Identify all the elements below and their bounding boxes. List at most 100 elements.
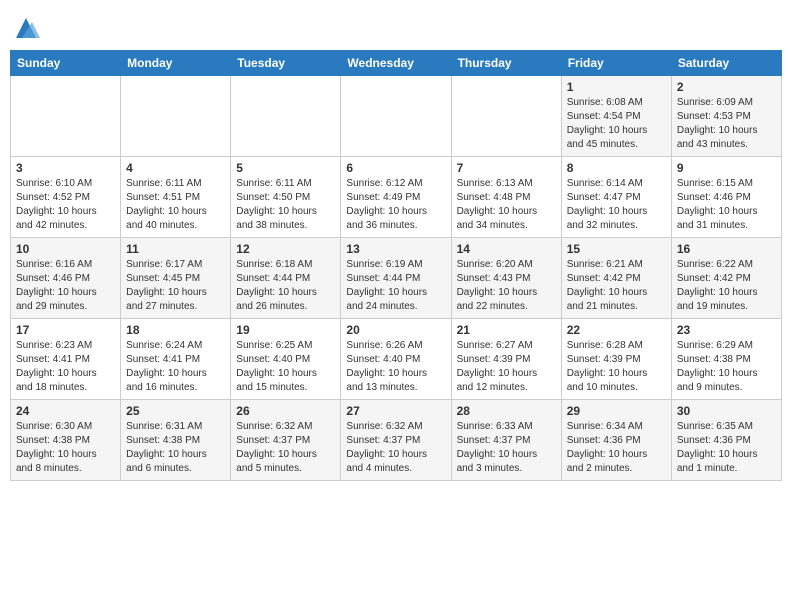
calendar-cell: 21Sunrise: 6:27 AM Sunset: 4:39 PM Dayli… [451, 319, 561, 400]
calendar-cell [121, 76, 231, 157]
weekday-header-tuesday: Tuesday [231, 51, 341, 76]
calendar-cell: 30 Sunrise: 6:35 AM Sunset: 4:36 PM Dayli… [671, 400, 781, 481]
day-info: Sunrise: 6:27 AM Sunset: 4:39 PM Dayligh… [457, 339, 556, 395]
calendar-cell [231, 76, 341, 157]
calendar-cell: 10 Sunrise: 6:16 AM Sunset: 4:46 PM Dayli… [11, 238, 121, 319]
day-info: Sunrise: 6:20 AM Sunset: 4:43 PM Dayligh… [457, 258, 556, 314]
calendar-cell: 24 Sunrise: 6:30 AM Sunset: 4:38 PM Dayli… [11, 400, 121, 481]
day-info: Sunrise: 6:26 AM Sunset: 4:40 PM Dayligh… [346, 339, 445, 395]
day-number: 27 [346, 404, 445, 418]
calendar-cell: 29 Sunrise: 6:34 AM Sunset: 4:36 PM Dayli… [561, 400, 671, 481]
logo-icon [12, 14, 40, 42]
weekday-header-sunday: Sunday [11, 51, 121, 76]
day-info: Sunrise: 6:31 AM Sunset: 4:38 PM Dayligh… [126, 420, 225, 476]
calendar-cell: 14 Sunrise: 6:20 AM Sunset: 4:43 PM Dayli… [451, 238, 561, 319]
calendar-cell: 9 Sunrise: 6:15 AM Sunset: 4:46 PM Daylig… [671, 157, 781, 238]
day-number: 18 [126, 323, 225, 337]
day-info: Sunrise: 6:29 AM Sunset: 4:38 PM Dayligh… [677, 339, 776, 395]
day-info: Sunrise: 6:22 AM Sunset: 4:42 PM Dayligh… [677, 258, 776, 314]
day-info: Sunrise: 6:12 AM Sunset: 4:49 PM Dayligh… [346, 177, 445, 233]
day-number: 3 [16, 161, 115, 175]
calendar-cell: 4 Sunrise: 6:11 AM Sunset: 4:51 PM Daylig… [121, 157, 231, 238]
calendar-table: SundayMondayTuesdayWednesdayThursdayFrid… [10, 50, 782, 481]
day-number: 5 [236, 161, 335, 175]
calendar-cell: 20 Sunrise: 6:26 AM Sunset: 4:40 PM Dayli… [341, 319, 451, 400]
day-info: Sunrise: 6:14 AM Sunset: 4:47 PM Dayligh… [567, 177, 666, 233]
calendar-cell [11, 76, 121, 157]
day-info: Sunrise: 6:30 AM Sunset: 4:38 PM Dayligh… [16, 420, 115, 476]
day-number: 11 [126, 242, 225, 256]
day-info: Sunrise: 6:09 AM Sunset: 4:53 PM Dayligh… [677, 96, 776, 152]
calendar-cell: 18 Sunrise: 6:24 AM Sunset: 4:41 PM Dayli… [121, 319, 231, 400]
day-info: Sunrise: 6:15 AM Sunset: 4:46 PM Dayligh… [677, 177, 776, 233]
calendar-cell: 25 Sunrise: 6:31 AM Sunset: 4:38 PM Dayli… [121, 400, 231, 481]
day-number: 30 [677, 404, 776, 418]
logo [10, 14, 40, 42]
calendar-cell: 12 Sunrise: 6:18 AM Sunset: 4:44 PM Dayli… [231, 238, 341, 319]
day-number: 26 [236, 404, 335, 418]
day-number: 1 [567, 80, 666, 94]
calendar-cell: 3 Sunrise: 6:10 AM Sunset: 4:52 PM Daylig… [11, 157, 121, 238]
calendar-cell: 11 Sunrise: 6:17 AM Sunset: 4:45 PM Dayli… [121, 238, 231, 319]
day-info: Sunrise: 6:25 AM Sunset: 4:40 PM Dayligh… [236, 339, 335, 395]
day-number: 25 [126, 404, 225, 418]
day-info: Sunrise: 6:35 AM Sunset: 4:36 PM Dayligh… [677, 420, 776, 476]
day-info: Sunrise: 6:34 AM Sunset: 4:36 PM Dayligh… [567, 420, 666, 476]
day-info: Sunrise: 6:11 AM Sunset: 4:50 PM Dayligh… [236, 177, 335, 233]
calendar-cell: 13 Sunrise: 6:19 AM Sunset: 4:44 PM Dayli… [341, 238, 451, 319]
calendar-cell: 2 Sunrise: 6:09 AM Sunset: 4:53 PM Daylig… [671, 76, 781, 157]
day-info: Sunrise: 6:21 AM Sunset: 4:42 PM Dayligh… [567, 258, 666, 314]
day-info: Sunrise: 6:17 AM Sunset: 4:45 PM Dayligh… [126, 258, 225, 314]
day-info: Sunrise: 6:13 AM Sunset: 4:48 PM Dayligh… [457, 177, 556, 233]
day-number: 15 [567, 242, 666, 256]
day-number: 7 [457, 161, 556, 175]
calendar-cell: 16 Sunrise: 6:22 AM Sunset: 4:42 PM Dayli… [671, 238, 781, 319]
day-number: 13 [346, 242, 445, 256]
day-number: 4 [126, 161, 225, 175]
calendar-cell: 7 Sunrise: 6:13 AM Sunset: 4:48 PM Daylig… [451, 157, 561, 238]
day-info: Sunrise: 6:33 AM Sunset: 4:37 PM Dayligh… [457, 420, 556, 476]
weekday-header-thursday: Thursday [451, 51, 561, 76]
day-number: 20 [346, 323, 445, 337]
calendar-cell: 17 Sunrise: 6:23 AM Sunset: 4:41 PM Dayli… [11, 319, 121, 400]
day-info: Sunrise: 6:16 AM Sunset: 4:46 PM Dayligh… [16, 258, 115, 314]
day-info: Sunrise: 6:32 AM Sunset: 4:37 PM Dayligh… [236, 420, 335, 476]
day-number: 17 [16, 323, 115, 337]
day-number: 29 [567, 404, 666, 418]
weekday-header-monday: Monday [121, 51, 231, 76]
day-info: Sunrise: 6:19 AM Sunset: 4:44 PM Dayligh… [346, 258, 445, 314]
day-number: 9 [677, 161, 776, 175]
calendar-cell [341, 76, 451, 157]
day-number: 8 [567, 161, 666, 175]
day-info: Sunrise: 6:11 AM Sunset: 4:51 PM Dayligh… [126, 177, 225, 233]
page-header [10, 10, 782, 42]
day-info: Sunrise: 6:28 AM Sunset: 4:39 PM Dayligh… [567, 339, 666, 395]
calendar-cell: 1Sunrise: 6:08 AM Sunset: 4:54 PM Daylig… [561, 76, 671, 157]
day-info: Sunrise: 6:23 AM Sunset: 4:41 PM Dayligh… [16, 339, 115, 395]
weekday-header-saturday: Saturday [671, 51, 781, 76]
calendar-cell: 22 Sunrise: 6:28 AM Sunset: 4:39 PM Dayli… [561, 319, 671, 400]
day-info: Sunrise: 6:32 AM Sunset: 4:37 PM Dayligh… [346, 420, 445, 476]
day-number: 22 [567, 323, 666, 337]
calendar-cell: 8 Sunrise: 6:14 AM Sunset: 4:47 PM Daylig… [561, 157, 671, 238]
calendar-cell: 5 Sunrise: 6:11 AM Sunset: 4:50 PM Daylig… [231, 157, 341, 238]
day-number: 2 [677, 80, 776, 94]
calendar-cell: 26 Sunrise: 6:32 AM Sunset: 4:37 PM Dayli… [231, 400, 341, 481]
day-number: 23 [677, 323, 776, 337]
weekday-header-wednesday: Wednesday [341, 51, 451, 76]
day-number: 24 [16, 404, 115, 418]
day-number: 12 [236, 242, 335, 256]
calendar-cell: 15 Sunrise: 6:21 AM Sunset: 4:42 PM Dayli… [561, 238, 671, 319]
calendar-cell: 6 Sunrise: 6:12 AM Sunset: 4:49 PM Daylig… [341, 157, 451, 238]
day-number: 28 [457, 404, 556, 418]
day-info: Sunrise: 6:10 AM Sunset: 4:52 PM Dayligh… [16, 177, 115, 233]
day-info: Sunrise: 6:24 AM Sunset: 4:41 PM Dayligh… [126, 339, 225, 395]
calendar-cell: 23 Sunrise: 6:29 AM Sunset: 4:38 PM Dayli… [671, 319, 781, 400]
day-number: 6 [346, 161, 445, 175]
day-number: 16 [677, 242, 776, 256]
day-number: 14 [457, 242, 556, 256]
day-info: Sunrise: 6:18 AM Sunset: 4:44 PM Dayligh… [236, 258, 335, 314]
day-number: 19 [236, 323, 335, 337]
day-number: 10 [16, 242, 115, 256]
calendar-cell [451, 76, 561, 157]
